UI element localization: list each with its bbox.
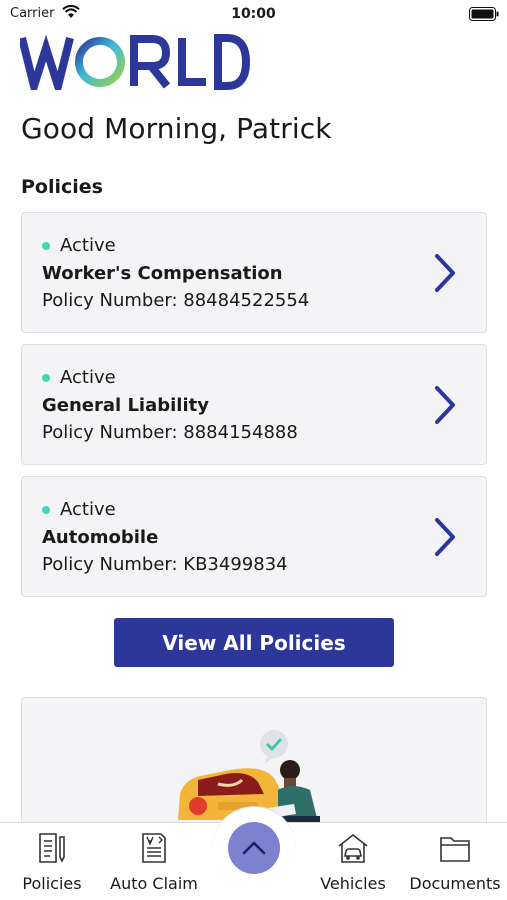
policy-type: Worker's Compensation bbox=[42, 263, 283, 284]
tab-label: Auto Claim bbox=[110, 874, 198, 893]
policy-type: Automobile bbox=[42, 527, 159, 548]
battery-icon bbox=[469, 7, 499, 21]
policy-number: Policy Number: KB3499834 bbox=[42, 554, 288, 575]
policy-status: Active bbox=[42, 367, 116, 388]
policy-number: Policy Number: 8884154888 bbox=[42, 422, 298, 443]
status-bar: Carrier 10:00 bbox=[0, 0, 507, 28]
folder-icon bbox=[440, 837, 470, 862]
document-pen-icon bbox=[39, 833, 65, 863]
policy-status: Active bbox=[42, 499, 116, 520]
policy-type: General Liability bbox=[42, 395, 209, 416]
policies-heading: Policies bbox=[21, 176, 103, 198]
tab-vehicles[interactable]: Vehicles bbox=[303, 831, 403, 893]
policy-card-general-liability[interactable]: Active General Liability Policy Number: … bbox=[21, 344, 487, 465]
active-status-dot-icon bbox=[42, 505, 50, 514]
tab-auto-claim[interactable]: Auto Claim bbox=[104, 831, 204, 893]
view-all-policies-button[interactable]: View All Policies bbox=[114, 618, 394, 667]
policy-status-label: Active bbox=[60, 367, 116, 388]
claim-form-icon bbox=[142, 833, 166, 863]
tab-policies[interactable]: Policies bbox=[2, 831, 102, 893]
greeting-heading: Good Morning, Patrick bbox=[21, 112, 332, 145]
chevron-right-icon bbox=[435, 518, 455, 556]
tab-label: Policies bbox=[22, 874, 82, 893]
policy-number: Policy Number: 88484522554 bbox=[42, 290, 310, 311]
chevron-up-icon bbox=[242, 841, 266, 855]
car-garage-icon bbox=[338, 833, 368, 863]
policy-status: Active bbox=[42, 235, 116, 256]
tab-label: Documents bbox=[409, 874, 501, 893]
active-status-dot-icon bbox=[42, 373, 50, 382]
world-logo bbox=[18, 34, 251, 101]
expand-menu-button[interactable] bbox=[228, 822, 280, 874]
tab-label: Vehicles bbox=[320, 874, 386, 893]
policy-status-label: Active bbox=[60, 499, 116, 520]
chevron-right-icon bbox=[435, 386, 455, 424]
policy-status-label: Active bbox=[60, 235, 116, 256]
policy-card-automobile[interactable]: Active Automobile Policy Number: KB34998… bbox=[21, 476, 487, 597]
clock: 10:00 bbox=[231, 6, 276, 22]
tab-documents[interactable]: Documents bbox=[405, 831, 505, 893]
active-status-dot-icon bbox=[42, 241, 50, 250]
chevron-right-icon bbox=[435, 254, 455, 292]
policy-card-workers-comp[interactable]: Active Worker's Compensation Policy Numb… bbox=[21, 212, 487, 333]
